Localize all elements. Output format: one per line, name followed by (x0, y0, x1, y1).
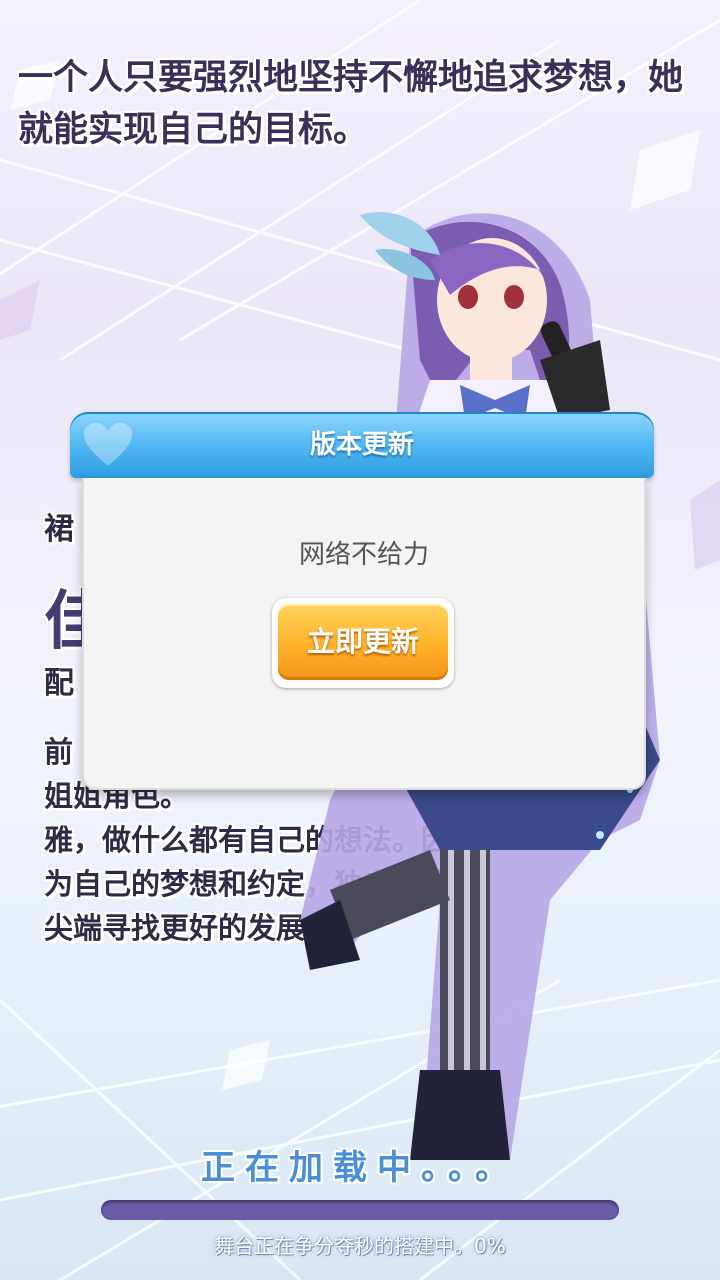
hero-quote-line-1: 一个人只要强烈地坚持不懈地追求梦想，她 (18, 58, 684, 98)
dialog-title: 版本更新 (309, 430, 414, 460)
dialog-message: 网络不给力 (298, 540, 429, 570)
hero-quote-line-2: 就能实现自己的目标。 (18, 110, 369, 150)
dialog-header: 版本更新 (70, 412, 654, 478)
loading-status-text: 舞台正在争分夺秒的搭建中。0% (214, 1234, 506, 1258)
loading-label: 正在加载中。。。 (201, 1148, 519, 1188)
hero-quote: 一个人只要强烈地坚持不懈地追求梦想，她 就能实现自己的目标。 (18, 52, 698, 156)
update-now-button[interactable]: 立即更新 (278, 604, 448, 680)
loading-progress-bar (101, 1200, 619, 1220)
update-button-frame: 立即更新 (272, 598, 454, 688)
